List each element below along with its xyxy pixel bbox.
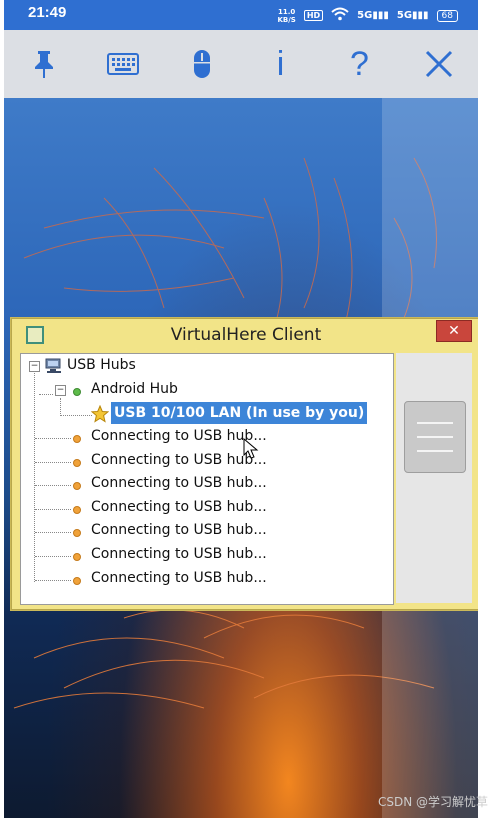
close-icon — [425, 50, 452, 78]
tree-line — [34, 370, 35, 582]
connecting-status-dot — [73, 553, 81, 561]
pin-icon — [34, 51, 53, 78]
menu-bar — [417, 436, 453, 438]
collapse-root-toggle[interactable]: − — [29, 361, 40, 372]
hd-badge: HD — [303, 10, 324, 21]
tree-line — [35, 438, 71, 439]
connecting-status-dot — [73, 435, 81, 443]
signal-label-2: 5G — [396, 10, 413, 21]
connecting-status-dot — [73, 506, 81, 514]
tree-item-android-hub[interactable]: Android Hub — [91, 378, 178, 400]
keyboard-button[interactable] — [83, 30, 162, 98]
usb-hubs-icon — [45, 358, 63, 378]
menu-button[interactable] — [404, 401, 466, 473]
window-title: VirtualHere Client — [170, 325, 322, 345]
usb-hub-tree[interactable]: − USB Hubs − Android Hub USB 10/100 LAN … — [20, 353, 394, 605]
tree-line — [35, 462, 71, 463]
network-speed-unit: KB/S — [277, 15, 296, 24]
side-panel — [396, 353, 472, 603]
collapse-hub-toggle[interactable]: − — [55, 385, 66, 396]
connecting-status-dot — [73, 482, 81, 490]
tree-line — [60, 398, 61, 414]
status-bar: 21:49 11.0 KB/S HD 5G▮▮▮ 5G▮▮▮ 68 — [4, 0, 478, 30]
menu-bar — [417, 450, 453, 452]
tree-item-usb-lan-device[interactable]: USB 10/100 LAN (In use by you) — [111, 402, 368, 424]
info-button[interactable]: i — [241, 30, 320, 98]
battery-level: 68 — [441, 10, 453, 21]
close-icon: ✕ — [448, 323, 460, 339]
tree-line — [35, 556, 71, 557]
tree-line — [60, 415, 92, 416]
tree-item-connecting[interactable]: Connecting to USB hub... — [91, 519, 267, 541]
battery-icon: 68 — [436, 9, 458, 22]
tree-item-connecting[interactable]: Connecting to USB hub... — [91, 543, 267, 565]
tree-item-connecting[interactable]: Connecting to USB hub... — [91, 425, 267, 447]
close-button[interactable] — [399, 30, 478, 98]
connecting-status-dot — [73, 577, 81, 585]
toolbar: i ? — [4, 30, 478, 99]
connecting-status-dot — [73, 459, 81, 467]
window-titlebar[interactable]: VirtualHere Client ✕ — [12, 319, 478, 349]
wifi-icon — [331, 6, 349, 25]
menu-bar — [417, 422, 453, 424]
star-icon — [90, 404, 110, 427]
mouse-cursor-icon — [243, 437, 259, 464]
help-button[interactable]: ? — [320, 30, 399, 98]
status-time: 21:49 — [28, 4, 67, 21]
network-speed-value: 11.0 — [278, 7, 296, 16]
help-icon: ? — [350, 45, 369, 83]
network-speed: 11.0 KB/S — [277, 8, 295, 24]
tree-line — [35, 485, 71, 486]
watermark: CSDN @学习解忧草 — [377, 795, 488, 809]
tree-line — [35, 580, 71, 581]
tree-line — [35, 509, 71, 510]
mouse-icon — [193, 50, 210, 78]
tree-item-usb-hubs[interactable]: USB Hubs — [67, 354, 136, 376]
virtualhere-client-window: VirtualHere Client ✕ − USB Hubs − Androi… — [11, 318, 478, 610]
window-close-button[interactable]: ✕ — [436, 320, 472, 342]
signal-icon-1: 5G▮▮▮ — [357, 10, 389, 21]
tree-line — [39, 394, 53, 395]
signal-icon-2: 5G▮▮▮ — [396, 10, 429, 21]
keyboard-icon — [106, 53, 139, 75]
mouse-button[interactable] — [162, 30, 241, 98]
tree-item-connecting[interactable]: Connecting to USB hub... — [91, 449, 267, 471]
info-icon: i — [276, 45, 285, 83]
tree-item-connecting[interactable]: Connecting to USB hub... — [91, 472, 267, 494]
tree-item-connecting[interactable]: Connecting to USB hub... — [91, 496, 267, 518]
hub-status-dot — [73, 388, 81, 396]
connecting-status-dot — [73, 529, 81, 537]
tree-item-connecting[interactable]: Connecting to USB hub... — [91, 567, 267, 589]
signal-label-1: 5G — [357, 10, 373, 21]
tree-line — [35, 532, 71, 533]
status-icons: 11.0 KB/S HD 5G▮▮▮ 5G▮▮▮ 68 — [277, 6, 458, 25]
pin-button[interactable] — [4, 30, 83, 98]
phone-screen: 21:49 11.0 KB/S HD 5G▮▮▮ 5G▮▮▮ 68 i ? Vi… — [4, 0, 478, 818]
